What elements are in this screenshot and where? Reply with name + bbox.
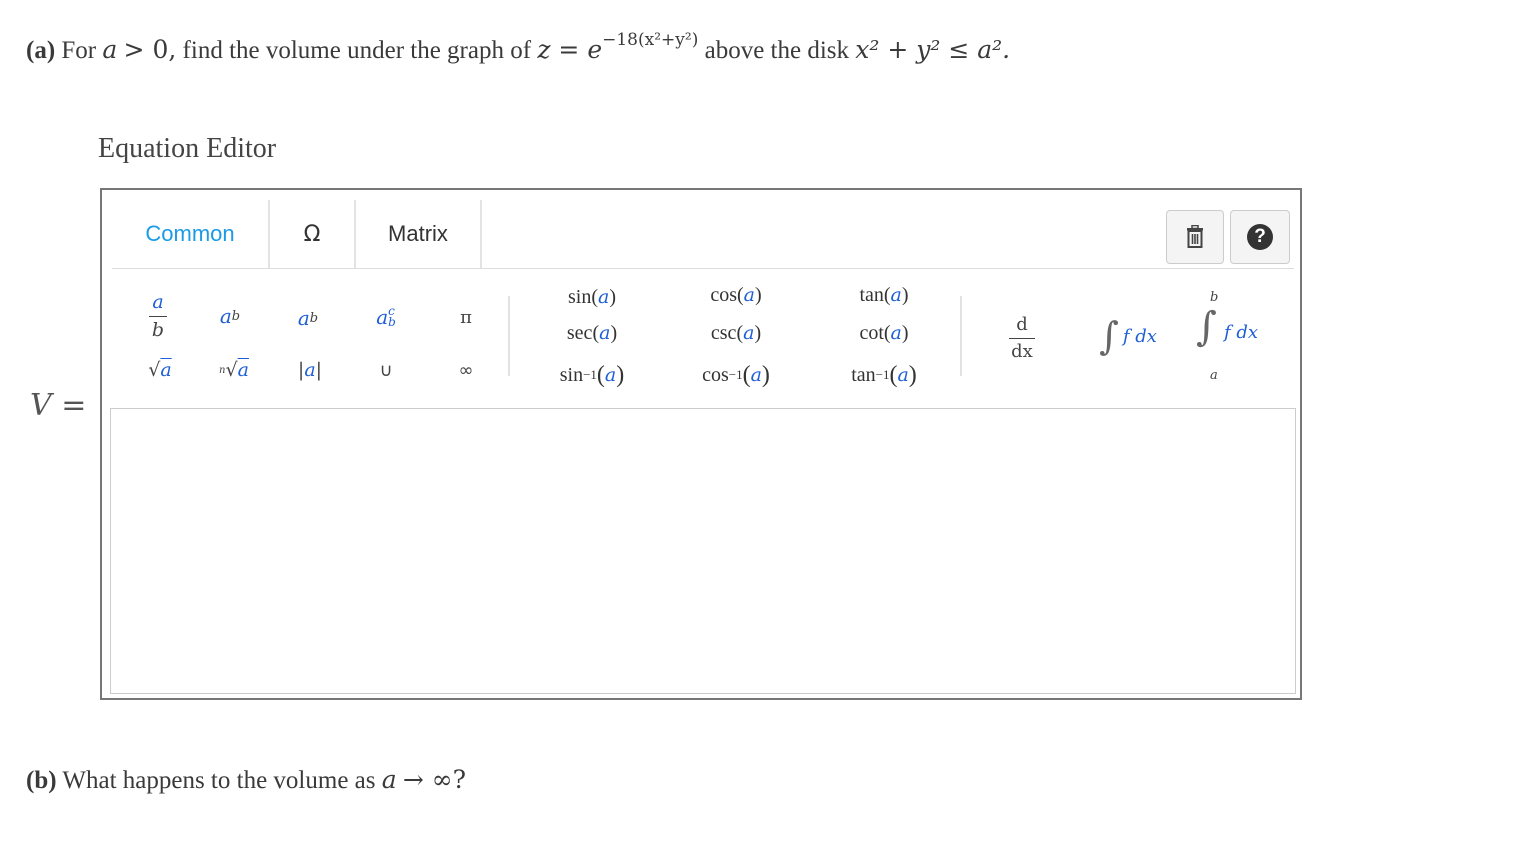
answer-label: V =: [30, 388, 86, 423]
arctan-arg: a: [897, 364, 909, 386]
cos-arg: a: [743, 284, 755, 306]
arccos-arg: a: [750, 364, 762, 386]
union-button[interactable]: ∪: [368, 355, 404, 385]
disk-inequality: x² + y² ≤ a².: [855, 35, 1011, 64]
question-a-text1: For: [61, 37, 97, 64]
a-variable: a: [102, 35, 118, 64]
b-a-variable: a: [381, 765, 397, 794]
arcsin-sup: −1: [583, 367, 597, 382]
palette-divider: [508, 296, 510, 376]
subscript-button[interactable]: ab: [286, 302, 330, 334]
derivative-button[interactable]: d dx: [1000, 308, 1044, 368]
tab-matrix[interactable]: Matrix: [356, 200, 482, 268]
cos-button[interactable]: cos(a): [696, 280, 776, 310]
question-a-text3: above the disk: [704, 37, 850, 64]
help-button[interactable]: ?: [1230, 210, 1290, 264]
limit-expression: → ∞?: [402, 765, 467, 794]
tab-common[interactable]: Common: [112, 200, 270, 268]
arctan-label: tan: [851, 363, 876, 386]
arccos-label: cos: [702, 363, 729, 386]
sec-label: sec: [566, 321, 593, 344]
z-equation: z = e: [537, 35, 603, 64]
definite-integral-button[interactable]: b ∫ f dx a: [1192, 290, 1282, 386]
answer-equals: =: [51, 388, 87, 423]
csc-arg: a: [743, 322, 755, 344]
tan-label: tan: [859, 283, 884, 306]
integral-sign: ∫: [1099, 314, 1119, 358]
trash-icon: [1187, 225, 1203, 248]
question-a-label: (a): [26, 37, 56, 64]
fraction-button[interactable]: a b: [138, 288, 178, 344]
def-integral-sign: ∫: [1196, 304, 1217, 350]
arccos-sup: −1: [728, 367, 743, 382]
def-integrand: f dx: [1224, 322, 1259, 343]
question-a: (a) For a > 0, find the volume under the…: [26, 30, 1010, 65]
nth-root-button[interactable]: n √ a: [210, 355, 258, 385]
editor-tab-bar: Common Ω Matrix ?: [112, 200, 1294, 269]
frac-den: b: [151, 318, 165, 341]
clear-button[interactable]: [1166, 210, 1224, 264]
deriv-den: dx: [1011, 340, 1033, 362]
question-a-text2: find the volume under the graph of: [182, 37, 532, 64]
sub-base: a: [297, 306, 310, 330]
supsub-button[interactable]: acb: [364, 300, 408, 334]
pi-button[interactable]: π: [448, 302, 484, 332]
sin-arg: a: [598, 286, 610, 308]
integral-button[interactable]: ∫ f dx: [1088, 306, 1168, 366]
integrand: f dx: [1122, 325, 1157, 347]
arctan-sup: −1: [875, 367, 890, 382]
sec-arg: a: [599, 322, 611, 344]
sin-button[interactable]: sin(a): [552, 282, 632, 312]
tan-arg: a: [890, 284, 902, 306]
question-b: (b) What happens to the volume as a → ∞?: [26, 765, 466, 795]
deriv-num: d: [1016, 313, 1028, 335]
infinity-button[interactable]: ∞: [448, 355, 484, 385]
help-icon: ?: [1247, 224, 1273, 250]
cos-label: cos: [710, 283, 737, 306]
arcsin-label: sin: [559, 363, 584, 386]
sin-label: sin: [567, 285, 592, 308]
equation-editor: Common Ω Matrix ? a b ab ab a c b π √ a …: [100, 188, 1302, 700]
csc-label: csc: [710, 321, 737, 344]
answer-variable: V: [30, 388, 52, 423]
cot-label: cot: [859, 321, 884, 344]
sqrt-button[interactable]: √ a: [138, 355, 182, 385]
pow-exp: b: [231, 308, 241, 324]
arctan-button[interactable]: tan −1(a): [834, 358, 934, 392]
def-int-lower: a: [1210, 368, 1218, 383]
equation-editor-title: Equation Editor: [98, 133, 277, 164]
tab-symbols[interactable]: Ω: [270, 200, 356, 268]
palette-divider-2: [960, 296, 962, 376]
abs-button[interactable]: | a |: [288, 355, 332, 385]
tan-button[interactable]: tan(a): [844, 280, 924, 310]
frac-num: a: [152, 290, 164, 313]
arcsin-arg: a: [604, 364, 617, 386]
gt-zero: > 0,: [123, 35, 177, 64]
cot-arg: a: [890, 322, 902, 344]
exponent: −18(x²+y²): [602, 30, 699, 50]
question-b-label: (b): [26, 767, 57, 794]
arcsin-button[interactable]: sin −1(a): [542, 358, 642, 392]
supsub-base: a: [376, 305, 389, 329]
answer-input[interactable]: [110, 408, 1296, 694]
sub-sub: b: [309, 310, 319, 326]
csc-button[interactable]: csc(a): [696, 318, 776, 348]
def-int-upper: b: [1210, 290, 1219, 305]
power-button[interactable]: ab: [208, 300, 252, 332]
arccos-button[interactable]: cos −1(a): [686, 358, 786, 392]
cot-button[interactable]: cot(a): [844, 318, 924, 348]
sec-button[interactable]: sec(a): [552, 318, 632, 348]
supsub-sub: b: [388, 315, 396, 329]
question-b-text1: What happens to the volume as: [62, 767, 376, 794]
pow-base: a: [219, 304, 232, 328]
